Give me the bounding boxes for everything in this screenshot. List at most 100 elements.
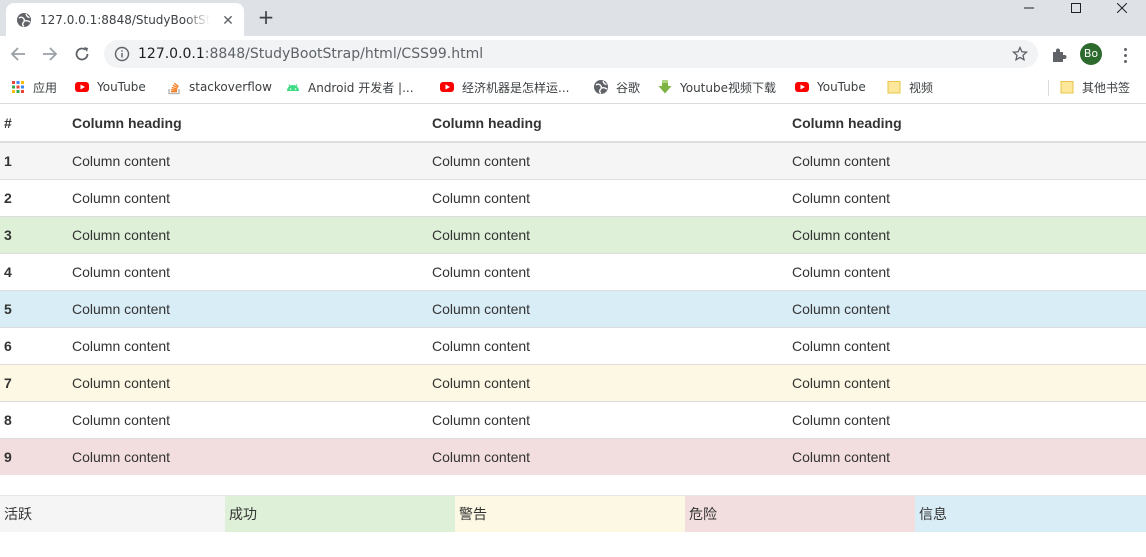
table-cell: Column content bbox=[428, 178, 788, 216]
table-cell: Column content bbox=[68, 252, 428, 290]
bookmark-other-folder[interactable]: 其他书签 bbox=[1059, 78, 1130, 96]
browser-toolbar: 127.0.0.1:8848/StudyBootStrap/html/CSS99… bbox=[0, 36, 1146, 72]
table-header-row: # Column heading Column heading Column h… bbox=[0, 105, 1146, 143]
table-cell: Column content bbox=[428, 326, 788, 364]
row-number: 9 bbox=[0, 437, 68, 475]
table-cell: Column content bbox=[428, 215, 788, 253]
table-cell: Column content bbox=[788, 326, 1146, 364]
table-row: 2 Column content Column content Column cont… bbox=[0, 178, 1146, 216]
table-row: 1 Column content Column content Column cont… bbox=[0, 141, 1146, 179]
download-arrow-icon bbox=[658, 80, 672, 94]
folder-icon bbox=[887, 81, 901, 94]
table-cell: Column content bbox=[428, 289, 788, 327]
site-info-icon[interactable] bbox=[114, 46, 130, 62]
folder-icon bbox=[1060, 81, 1074, 94]
table-cell: Column content bbox=[788, 178, 1146, 216]
bookmark-stackoverflow[interactable]: stackoverflow bbox=[166, 78, 272, 96]
globe-icon bbox=[594, 80, 608, 95]
new-tab-icon[interactable]: + bbox=[256, 7, 276, 27]
bookmarks-bar: 应用 YouTube stackoverflow Android 开发者 |..… bbox=[0, 72, 1146, 104]
table-cell: Column content bbox=[428, 400, 788, 438]
contextual-table: # Column heading Column heading Column h… bbox=[0, 105, 1146, 475]
table-cell: Column content bbox=[428, 363, 788, 401]
table-row: 3 Column content Column content Column cont… bbox=[0, 215, 1146, 253]
tab-strip: 127.0.0.1:8848/StudyBootStrap/html/CSS99… bbox=[0, 0, 1146, 36]
bookmark-youtube[interactable]: YouTube bbox=[74, 78, 146, 96]
state-legend-strip: 活跃 成功 警告 危险 信息 bbox=[0, 495, 1146, 532]
apps-grid-icon bbox=[12, 81, 24, 93]
table-row: 8 Column content Column content Column cont… bbox=[0, 400, 1146, 438]
table-cell: Column content bbox=[788, 215, 1146, 253]
table-cell: Column content bbox=[68, 326, 428, 364]
table-cell: Column content bbox=[68, 215, 428, 253]
table-cell: Column content bbox=[788, 141, 1146, 179]
table-cell: Column content bbox=[788, 289, 1146, 327]
bookmark-economic-machine[interactable]: 经济机器是怎样运... bbox=[439, 78, 569, 96]
header-number: # bbox=[0, 105, 68, 143]
table-row: 6 Column content Column content Column cont… bbox=[0, 326, 1146, 364]
bookmark-star-icon[interactable] bbox=[1012, 46, 1028, 62]
header-column: Column heading bbox=[428, 105, 788, 143]
row-number: 7 bbox=[0, 363, 68, 401]
bookmark-apps[interactable]: 应用 bbox=[10, 78, 57, 96]
url-text: 127.0.0.1:8848/StudyBootStrap/html/CSS99… bbox=[138, 46, 484, 62]
globe-icon bbox=[17, 12, 31, 27]
table-cell: Column content bbox=[68, 178, 428, 216]
state-cell-info: 信息 bbox=[915, 496, 1146, 532]
row-number: 6 bbox=[0, 326, 68, 364]
table-row: 7 Column content Column content Column cont… bbox=[0, 363, 1146, 401]
table-cell: Column content bbox=[68, 141, 428, 179]
address-bar[interactable]: 127.0.0.1:8848/StudyBootStrap/html/CSS99… bbox=[104, 40, 1038, 68]
state-cell-danger: 危险 bbox=[685, 496, 915, 532]
android-icon bbox=[287, 84, 299, 91]
youtube-icon bbox=[795, 82, 809, 92]
table-row: 5 Column content Column content Column cont… bbox=[0, 289, 1146, 327]
page-content: # Column heading Column heading Column h… bbox=[0, 105, 1146, 557]
back-arrow-icon[interactable] bbox=[7, 43, 29, 65]
extensions-puzzle-icon[interactable] bbox=[1050, 46, 1068, 64]
header-column: Column heading bbox=[68, 105, 428, 143]
row-number: 8 bbox=[0, 400, 68, 438]
youtube-icon bbox=[75, 82, 89, 92]
table-cell: Column content bbox=[68, 363, 428, 401]
table-cell: Column content bbox=[68, 400, 428, 438]
youtube-icon bbox=[440, 82, 454, 92]
state-cell-success: 成功 bbox=[225, 496, 455, 532]
bookmark-youtube-2[interactable]: YouTube bbox=[794, 78, 866, 96]
row-number: 1 bbox=[0, 141, 68, 179]
maximize-icon[interactable] bbox=[1053, 0, 1099, 16]
header-column: Column heading bbox=[788, 105, 1146, 143]
bookmark-google[interactable]: 谷歌 bbox=[593, 78, 640, 96]
state-cell-warning: 警告 bbox=[455, 496, 685, 532]
table-cell: Column content bbox=[788, 363, 1146, 401]
bookmark-folder-video[interactable]: 视频 bbox=[886, 78, 933, 96]
table-cell: Column content bbox=[788, 252, 1146, 290]
forward-arrow-icon[interactable] bbox=[39, 43, 61, 65]
profile-avatar[interactable]: Bo bbox=[1080, 43, 1102, 65]
row-number: 3 bbox=[0, 215, 68, 253]
row-number: 2 bbox=[0, 178, 68, 216]
browser-tab[interactable]: 127.0.0.1:8848/StudyBootStrap/html/CSS99… bbox=[6, 3, 244, 36]
table-row: 4 Column content Column content Column cont… bbox=[0, 252, 1146, 290]
table-cell: Column content bbox=[428, 141, 788, 179]
reload-icon[interactable] bbox=[71, 43, 93, 65]
row-number: 4 bbox=[0, 252, 68, 290]
minimize-icon[interactable] bbox=[1006, 0, 1052, 16]
table-cell: Column content bbox=[788, 437, 1146, 475]
bookmark-android[interactable]: Android 开发者 |... bbox=[285, 78, 414, 96]
browser-menu-icon[interactable] bbox=[1116, 45, 1134, 65]
window-close-icon[interactable] bbox=[1099, 0, 1145, 16]
table-row: 9 Column content Column content Column cont… bbox=[0, 437, 1146, 475]
bookmarks-separator bbox=[1048, 80, 1049, 96]
state-cell-active: 活跃 bbox=[0, 496, 225, 532]
table-cell: Column content bbox=[68, 437, 428, 475]
stackoverflow-icon bbox=[168, 82, 180, 95]
table-cell: Column content bbox=[788, 400, 1146, 438]
table-cell: Column content bbox=[428, 437, 788, 475]
row-number: 5 bbox=[0, 289, 68, 327]
tab-title: 127.0.0.1:8848/StudyBootStrap/html/CSS99… bbox=[40, 12, 210, 27]
table-cell: Column content bbox=[68, 289, 428, 327]
bookmark-youtube-download[interactable]: Youtube视频下载 bbox=[657, 78, 776, 96]
table-cell: Column content bbox=[428, 252, 788, 290]
tab-close-icon[interactable]: ✕ bbox=[220, 12, 236, 28]
